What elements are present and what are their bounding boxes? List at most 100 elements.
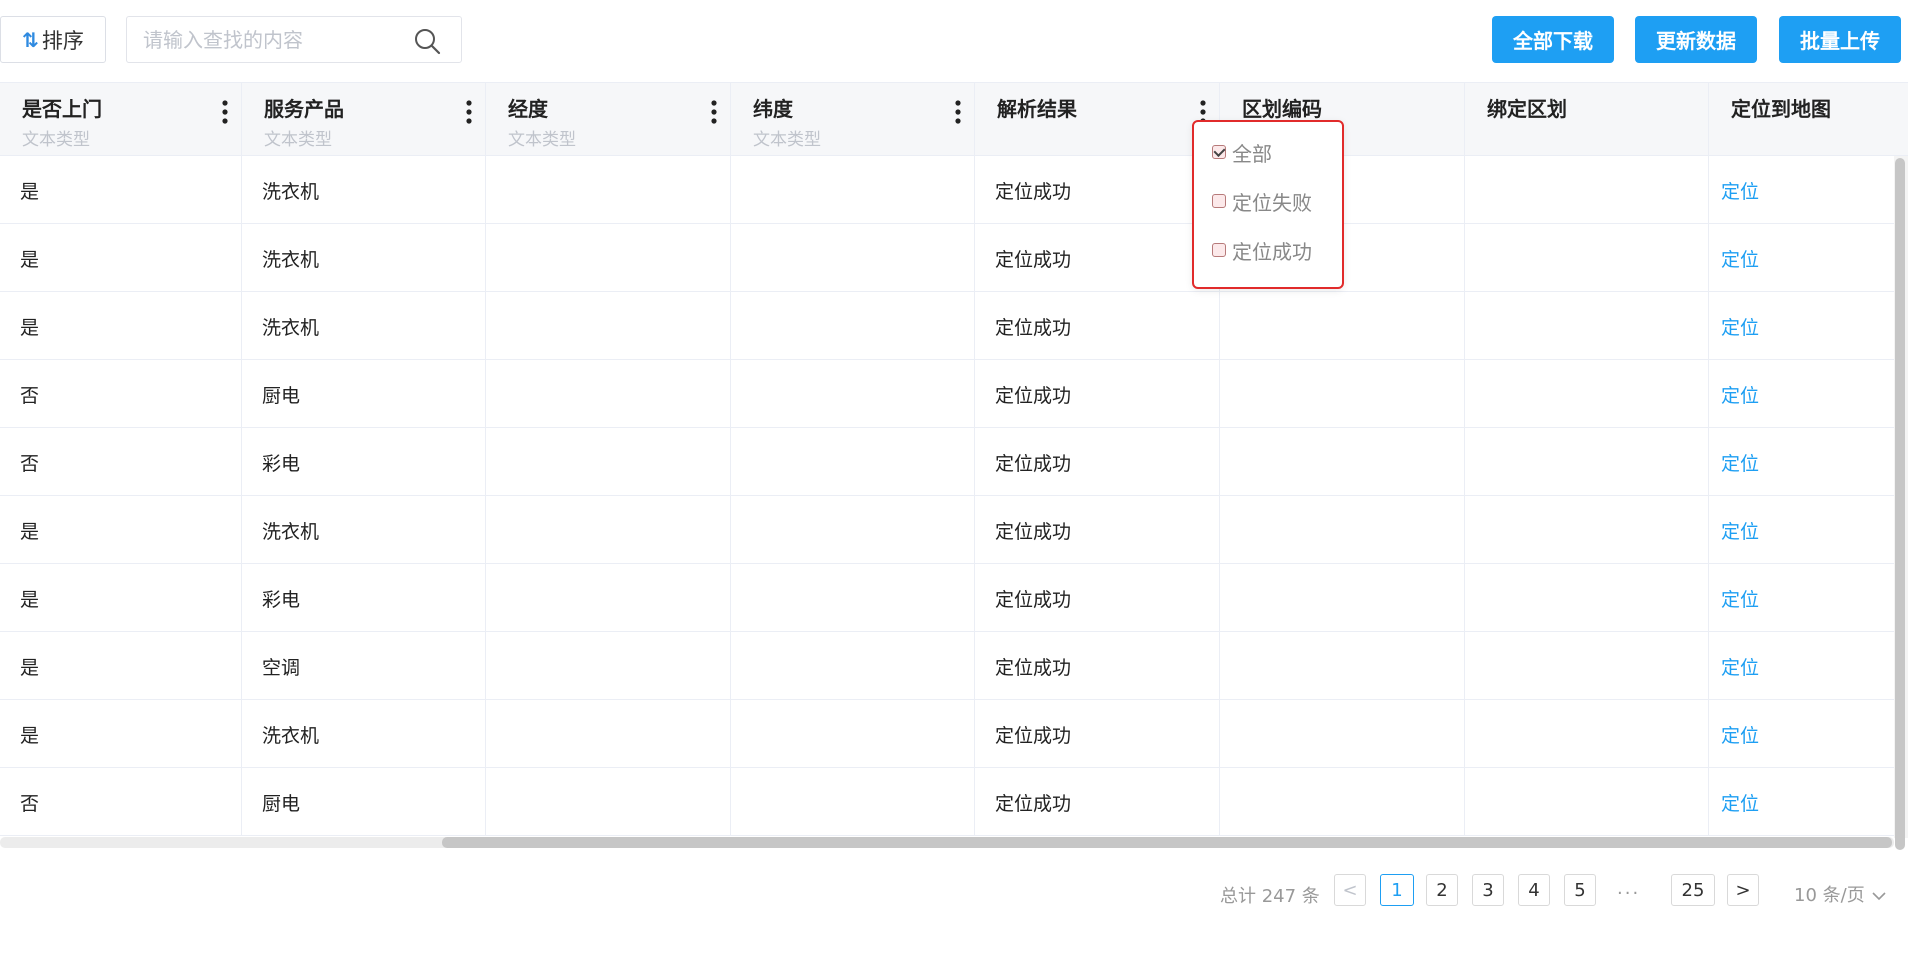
search-icon[interactable] [413,27,441,55]
cell-product: 厨电 [242,768,486,836]
cell-result: 定位成功 [975,292,1220,360]
column-header-visit[interactable]: 是否上门 文本类型 [0,83,242,157]
column-title: 解析结果 [997,97,1077,121]
cell-visit: 否 [0,428,242,496]
cell-bind-region [1465,700,1709,768]
next-page-button[interactable]: > [1727,874,1759,906]
filter-option-label: 全部 [1232,141,1272,166]
table-row: 是彩电 定位成功 定位 [0,564,1908,632]
page-ellipsis[interactable]: ... [1617,878,1640,899]
locate-link[interactable]: 定位 [1709,700,1908,768]
cell-bind-region [1465,156,1709,224]
cell-visit: 否 [0,768,242,836]
filter-option-label: 定位成功 [1232,239,1312,264]
table-row: 否厨电 定位成功 定位 [0,768,1908,836]
locate-link[interactable]: 定位 [1709,156,1908,224]
locate-link[interactable]: 定位 [1709,224,1908,292]
kebab-menu-icon[interactable] [219,97,231,127]
kebab-menu-icon[interactable] [463,97,475,127]
column-type-label: 文本类型 [753,130,821,150]
vertical-scrollbar-thumb[interactable] [1895,158,1905,850]
locate-link[interactable]: 定位 [1709,428,1908,496]
chevron-down-icon [1872,892,1887,901]
locate-link[interactable]: 定位 [1709,564,1908,632]
table-row: 是空调 定位成功 定位 [0,632,1908,700]
column-header-product[interactable]: 服务产品 文本类型 [242,83,486,157]
sort-button[interactable]: ⇅ 排序 [0,16,106,63]
page-3-button[interactable]: 3 [1472,874,1504,906]
cell-region-code [1220,564,1465,632]
cell-product: 厨电 [242,360,486,428]
cell-visit: 是 [0,564,242,632]
cell-region-code [1220,360,1465,428]
column-title: 定位到地图 [1731,97,1831,121]
column-header-longitude[interactable]: 经度 文本类型 [486,83,731,157]
cell-latitude [731,224,975,292]
page-size-select[interactable]: 10 条/页 [1794,881,1887,907]
checkbox[interactable] [1212,194,1226,208]
download-all-button[interactable]: 全部下载 [1492,16,1614,63]
locate-link[interactable]: 定位 [1709,496,1908,564]
kebab-menu-icon[interactable] [708,97,720,127]
prev-page-button[interactable]: < [1334,874,1366,906]
filter-option[interactable]: 定位成功 [1212,235,1312,265]
cell-bind-region [1465,224,1709,292]
table-row: 是洗衣机 定位成功 定位 [0,496,1908,564]
checkbox[interactable] [1212,243,1226,257]
cell-longitude [486,564,731,632]
cell-bind-region [1465,428,1709,496]
filter-option[interactable]: 全部 [1212,137,1272,167]
column-type-label: 文本类型 [22,130,90,150]
batch-upload-button[interactable]: 批量上传 [1779,16,1901,63]
cell-latitude [731,292,975,360]
cell-result: 定位成功 [975,496,1220,564]
locate-link[interactable]: 定位 [1709,360,1908,428]
toolbar: ⇅ 排序 全部下载 更新数据 批量上传 [0,0,1908,80]
page-2-button[interactable]: 2 [1426,874,1458,906]
column-header-latitude[interactable]: 纬度 文本类型 [731,83,975,157]
search-input[interactable] [143,25,403,55]
page-5-button[interactable]: 5 [1564,874,1596,906]
cell-longitude [486,496,731,564]
cell-longitude [486,224,731,292]
cell-bind-region [1465,496,1709,564]
column-title: 区划编码 [1242,97,1322,121]
search-box [126,16,462,63]
last-page-button[interactable]: 25 [1671,874,1715,906]
column-header-locate[interactable]: 定位到地图 [1709,83,1908,157]
cell-visit: 是 [0,700,242,768]
column-title: 经度 [508,97,548,121]
cell-latitude [731,428,975,496]
sort-button-label: 排序 [41,28,84,53]
cell-latitude [731,564,975,632]
cell-longitude [486,700,731,768]
cell-result: 定位成功 [975,360,1220,428]
cell-latitude [731,768,975,836]
column-type-label: 文本类型 [264,130,332,150]
page-4-button[interactable]: 4 [1518,874,1550,906]
filter-option[interactable]: 定位失败 [1212,186,1312,216]
cell-visit: 否 [0,360,242,428]
cell-visit: 是 [0,156,242,224]
locate-link[interactable]: 定位 [1709,632,1908,700]
column-header-result[interactable]: 解析结果 [975,83,1220,157]
column-header-bind-region[interactable]: 绑定区划 [1465,83,1709,157]
cell-product: 空调 [242,632,486,700]
cell-result: 定位成功 [975,768,1220,836]
locate-link[interactable]: 定位 [1709,292,1908,360]
cell-product: 彩电 [242,564,486,632]
cell-longitude [486,428,731,496]
locate-link[interactable]: 定位 [1709,768,1908,836]
horizontal-scrollbar-thumb[interactable] [442,837,1892,848]
checkbox[interactable] [1212,145,1226,159]
data-table: 是否上门 文本类型 服务产品 文本类型 经度 文本类型 纬度 文本类型 解析结果 区划编码 绑定区划… [0,82,1908,852]
cell-product: 洗衣机 [242,292,486,360]
update-data-button[interactable]: 更新数据 [1635,16,1757,63]
page-1-button[interactable]: 1 [1380,874,1414,906]
cell-region-code [1220,632,1465,700]
kebab-menu-icon[interactable] [952,97,964,127]
cell-product: 洗衣机 [242,496,486,564]
cell-result: 定位成功 [975,428,1220,496]
filter-option-label: 定位失败 [1232,190,1312,215]
cell-longitude [486,632,731,700]
